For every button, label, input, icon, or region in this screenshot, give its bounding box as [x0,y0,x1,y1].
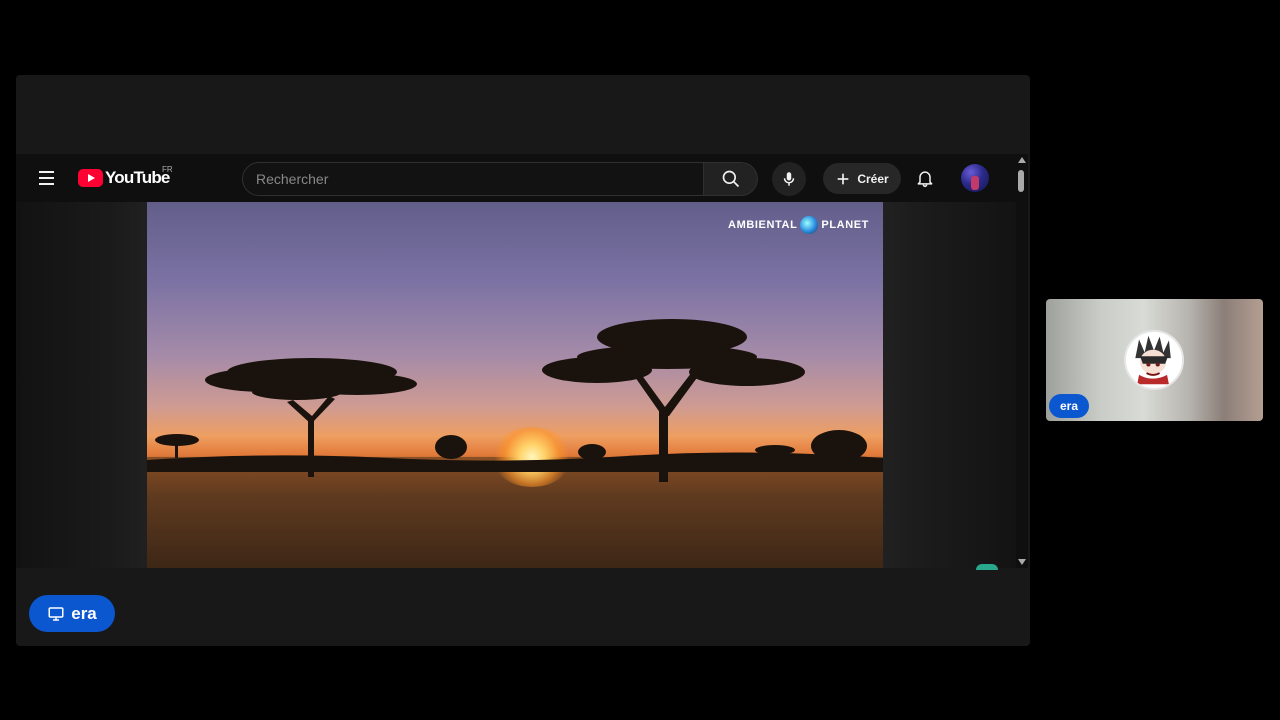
anime-avatar-image [1135,335,1171,385]
hamburger-menu-icon[interactable] [34,168,60,188]
participant-avatar [1124,330,1184,390]
create-button[interactable]: Créer [823,163,901,194]
scroll-down-arrow-icon[interactable] [1018,559,1026,565]
watermark-right: PLANET [821,219,869,231]
region-code: FR [162,165,173,174]
search-icon [722,170,739,188]
page-scrollbar[interactable] [1016,154,1028,568]
presenter-name: era [71,603,97,623]
youtube-wordmark: YouTube [105,168,170,187]
presenter-badge[interactable]: era [29,595,115,632]
search-box [242,162,704,196]
microphone-icon [783,172,795,186]
acacia-trees-silhouette [147,319,883,482]
account-avatar[interactable] [961,164,989,192]
scroll-up-arrow-icon[interactable] [1018,157,1026,163]
video-player[interactable]: AMBIENTAL PLANET [147,202,883,568]
participant-name: era [1049,394,1090,418]
search-button[interactable] [704,162,758,196]
notifications-button[interactable] [913,166,937,190]
youtube-play-icon [78,169,103,187]
participant-tile[interactable]: era [1046,299,1263,421]
corner-indicator [976,564,998,570]
youtube-topbar: YouTube FR Créer [16,154,1028,202]
globe-icon [800,216,819,234]
channel-watermark: AMBIENTAL PLANET [728,216,869,234]
screen-share-icon [48,606,64,621]
voice-search-button[interactable] [772,162,806,196]
plus-icon [837,173,849,184]
bell-icon [917,171,933,188]
video-player-area: AMBIENTAL PLANET [16,202,1016,568]
shared-screen-content: YouTube FR Créer [16,154,1028,568]
youtube-logo[interactable]: YouTube FR [78,165,173,189]
search-input[interactable] [256,171,703,187]
create-label: Créer [857,171,889,186]
watermark-left: AMBIENTAL [728,219,798,231]
scrollbar-thumb[interactable] [1018,170,1024,192]
